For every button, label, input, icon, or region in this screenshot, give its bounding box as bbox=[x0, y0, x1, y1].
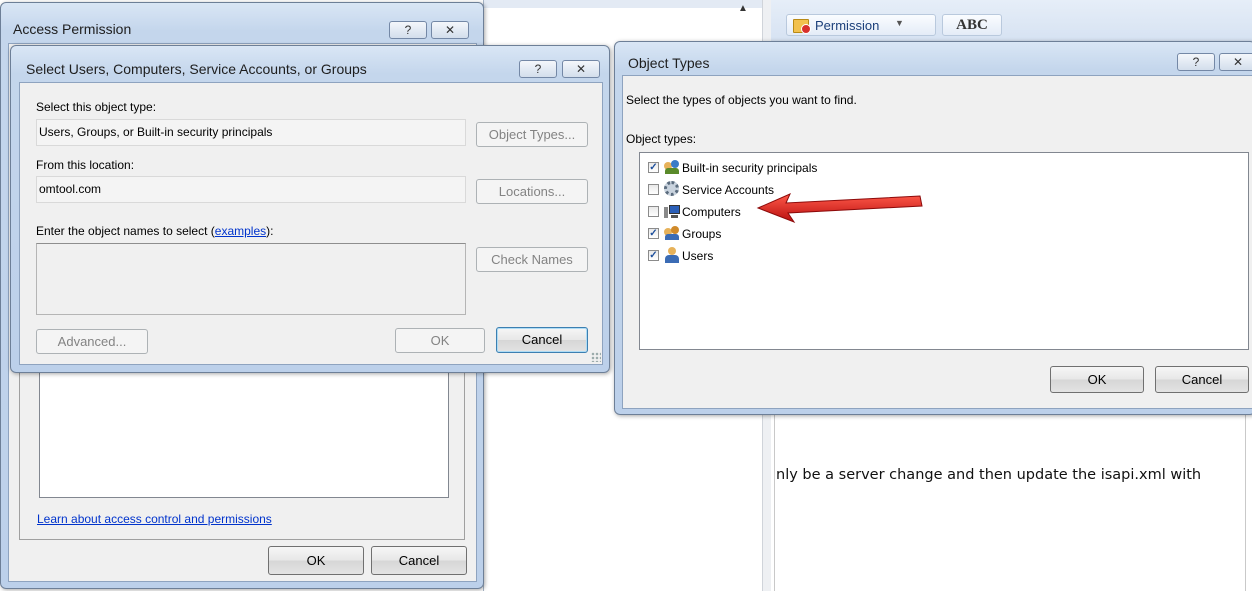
access-permission-title: Access Permission bbox=[13, 21, 132, 37]
select-users-ok-button[interactable]: OK bbox=[395, 328, 485, 353]
check-names-button-label: Check Names bbox=[491, 252, 573, 267]
enter-names-suffix: ): bbox=[266, 224, 274, 238]
chevron-down-icon: ▼ bbox=[895, 18, 904, 28]
select-users-title: Select Users, Computers, Service Account… bbox=[26, 61, 367, 77]
permission-button-label: Permission bbox=[815, 18, 880, 33]
builtin-checkbox[interactable]: ✓ bbox=[648, 162, 659, 173]
object-type-field: Users, Groups, or Built-in security prin… bbox=[36, 119, 466, 146]
annotation-arrow bbox=[756, 193, 923, 224]
object-type-label: Select this object type: bbox=[36, 100, 157, 114]
enter-names-label: Enter the object names to select (exampl… bbox=[36, 224, 273, 238]
help-icon: ? bbox=[404, 23, 412, 37]
document-body-text: nly be a server change and then update t… bbox=[776, 467, 1202, 483]
object-types-list[interactable]: ✓ Built-in security principals Service A… bbox=[639, 152, 1249, 350]
service-accounts-icon bbox=[664, 181, 679, 196]
location-field: omtool.com bbox=[36, 176, 466, 203]
advanced-button[interactable]: Advanced... bbox=[36, 329, 148, 354]
object-types-body: Select the types of objects you want to … bbox=[622, 75, 1252, 409]
object-types-title: Object Types bbox=[628, 55, 710, 71]
users-label: Users bbox=[682, 249, 714, 263]
permissions-list[interactable] bbox=[39, 368, 449, 498]
access-ok-button[interactable]: OK bbox=[268, 546, 364, 575]
groups-label: Groups bbox=[682, 227, 722, 241]
location-label: From this location: bbox=[36, 158, 135, 172]
permission-prohibit-icon bbox=[801, 24, 811, 34]
select-users-help-button[interactable]: ? bbox=[519, 60, 557, 78]
object-types-button-label: Object Types... bbox=[488, 127, 576, 142]
object-names-input[interactable] bbox=[36, 243, 466, 315]
access-close-button[interactable]: ✕ bbox=[431, 21, 469, 39]
object-types-ok-label: OK bbox=[1087, 372, 1107, 387]
groups-icon bbox=[664, 226, 680, 240]
close-icon: ✕ bbox=[444, 23, 456, 37]
security-principals-icon bbox=[664, 160, 680, 174]
users-checkbox[interactable]: ✓ bbox=[648, 250, 659, 261]
examples-link[interactable]: examples bbox=[215, 224, 266, 238]
locations-button-label: Locations... bbox=[498, 184, 566, 199]
select-users-ok-label: OK bbox=[430, 333, 450, 348]
object-types-ok-button[interactable]: OK bbox=[1050, 366, 1144, 393]
computers-label: Computers bbox=[682, 205, 741, 219]
access-cancel-label: Cancel bbox=[398, 553, 440, 568]
resize-grip-icon[interactable] bbox=[591, 352, 601, 362]
user-icon bbox=[665, 247, 679, 263]
object-types-list-label: Object types: bbox=[626, 132, 697, 146]
spelling-button[interactable]: ABC bbox=[942, 14, 1002, 36]
enter-names-prefix: Enter the object names to select ( bbox=[36, 224, 215, 238]
permission-button[interactable]: Permission ▼ bbox=[786, 14, 936, 36]
select-users-body: Select this object type: Users, Groups, … bbox=[19, 82, 603, 365]
learn-about-access-link[interactable]: Learn about access control and permissio… bbox=[37, 512, 272, 526]
spelling-button-label: ABC bbox=[956, 17, 988, 33]
object-types-close-button[interactable]: ✕ bbox=[1219, 53, 1252, 71]
object-types-help-button[interactable]: ? bbox=[1177, 53, 1215, 71]
object-types-window: Object Types ? ✕ Select the types of obj… bbox=[614, 41, 1252, 415]
select-users-close-button[interactable]: ✕ bbox=[562, 60, 600, 78]
annotation-arrow-shape bbox=[756, 193, 923, 224]
close-icon: ✕ bbox=[1232, 55, 1244, 69]
object-type-item-builtin[interactable]: ✓ Built-in security principals bbox=[648, 159, 948, 177]
check-names-button[interactable]: Check Names bbox=[476, 247, 588, 272]
object-types-cancel-button[interactable]: Cancel bbox=[1155, 366, 1249, 393]
access-ok-label: OK bbox=[306, 553, 326, 568]
access-cancel-button[interactable]: Cancel bbox=[371, 546, 467, 575]
computers-checkbox[interactable] bbox=[648, 206, 659, 217]
service-accounts-checkbox[interactable] bbox=[648, 184, 659, 195]
access-help-button[interactable]: ? bbox=[389, 21, 427, 39]
help-icon: ? bbox=[534, 62, 542, 76]
select-users-cancel-label: Cancel bbox=[521, 332, 563, 347]
select-users-cancel-button[interactable]: Cancel bbox=[496, 327, 588, 353]
close-icon: ✕ bbox=[575, 62, 587, 76]
advanced-button-label: Advanced... bbox=[57, 334, 127, 349]
groups-checkbox[interactable]: ✓ bbox=[648, 228, 659, 239]
object-types-instruction: Select the types of objects you want to … bbox=[626, 93, 857, 107]
scrollbar-up-arrow[interactable]: ▲ bbox=[738, 3, 748, 14]
help-icon: ? bbox=[1192, 55, 1200, 69]
builtin-label: Built-in security principals bbox=[682, 161, 818, 175]
locations-button[interactable]: Locations... bbox=[476, 179, 588, 204]
object-types-cancel-label: Cancel bbox=[1181, 372, 1223, 387]
object-types-button[interactable]: Object Types... bbox=[476, 122, 588, 147]
object-type-item-users[interactable]: ✓ Users bbox=[648, 247, 948, 265]
middle-pane-top-strip bbox=[484, 0, 771, 8]
select-users-window: Select Users, Computers, Service Account… bbox=[10, 45, 610, 373]
computer-icon bbox=[664, 205, 680, 218]
